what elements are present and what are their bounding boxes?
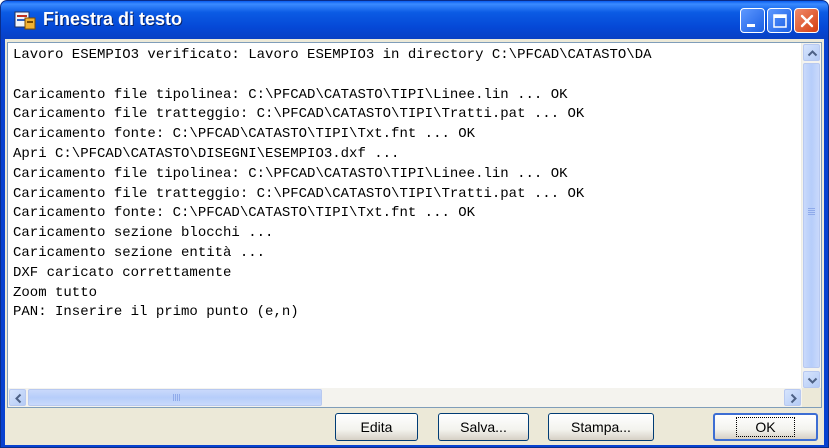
text-line: DXF caricato correttamente xyxy=(13,264,232,281)
app-icon xyxy=(14,11,36,30)
window-client: Lavoro ESEMPIO3 verificato: Lavoro ESEMP… xyxy=(5,39,824,445)
scrollbar-corner xyxy=(802,388,821,407)
ok-button[interactable]: OK xyxy=(713,413,818,441)
text-line: Caricamento fonte: C:\PFCAD\CATASTO\TIPI… xyxy=(13,126,476,143)
text-line: Caricamento sezione entità ... xyxy=(13,244,266,261)
edit-button[interactable]: Edita xyxy=(335,413,418,441)
chevron-left-icon xyxy=(15,393,22,404)
text-line: PAN: Inserire il primo punto (e,n) xyxy=(13,304,299,321)
text-line: Zoom tutto xyxy=(13,284,98,301)
text-line: Caricamento file tratteggio: C:\PFCAD\CA… xyxy=(13,106,585,123)
text-line: Lavoro ESEMPIO3 verificato: Lavoro ESEMP… xyxy=(13,47,652,63)
minimize-icon xyxy=(747,24,755,27)
vertical-scrollbar[interactable] xyxy=(801,43,821,389)
ok-button-label: OK xyxy=(736,417,795,437)
minimize-button[interactable] xyxy=(740,8,765,33)
window-title: Finestra di testo xyxy=(43,9,183,29)
horizontal-scroll-thumb[interactable] xyxy=(28,389,322,406)
text-line: Caricamento fonte: C:\PFCAD\CATASTO\TIPI… xyxy=(13,205,476,222)
text-lines: Lavoro ESEMPIO3 verificato: Lavoro ESEMP… xyxy=(13,46,797,386)
chevron-down-icon xyxy=(807,377,818,384)
title-bar[interactable]: Finestra di testo xyxy=(1,1,828,39)
scroll-right-button[interactable] xyxy=(784,389,801,406)
grip-icon xyxy=(808,208,815,216)
print-button[interactable]: Stampa... xyxy=(548,413,654,441)
chevron-right-icon xyxy=(790,393,797,404)
text-line: Apri C:\PFCAD\CATASTO\DISEGNI\ESEMPIO3.d… xyxy=(13,145,400,162)
close-button[interactable] xyxy=(794,8,819,33)
text-line: Caricamento file tipolinea: C:\PFCAD\CAT… xyxy=(13,86,568,103)
close-icon xyxy=(800,14,814,28)
scroll-down-button[interactable] xyxy=(803,371,820,388)
grip-icon xyxy=(173,394,181,401)
maximize-icon xyxy=(773,14,787,28)
text-window: Finestra di testo Lavoro ESEMPIO3 verifi… xyxy=(0,0,829,448)
text-output-area[interactable]: Lavoro ESEMPIO3 verificato: Lavoro ESEMP… xyxy=(7,42,822,408)
text-line xyxy=(13,66,797,86)
vertical-scroll-thumb[interactable] xyxy=(803,63,820,368)
scroll-up-button[interactable] xyxy=(803,44,820,61)
save-button[interactable]: Salva... xyxy=(438,413,529,441)
text-line: Caricamento file tipolinea: C:\PFCAD\CAT… xyxy=(13,165,568,182)
horizontal-scrollbar[interactable] xyxy=(8,388,802,407)
maximize-button[interactable] xyxy=(767,8,792,33)
chevron-up-icon xyxy=(807,50,818,57)
text-line: Caricamento sezione blocchi ... xyxy=(13,225,274,242)
scroll-left-button[interactable] xyxy=(9,389,26,406)
text-line: Caricamento file tratteggio: C:\PFCAD\CA… xyxy=(13,185,585,202)
